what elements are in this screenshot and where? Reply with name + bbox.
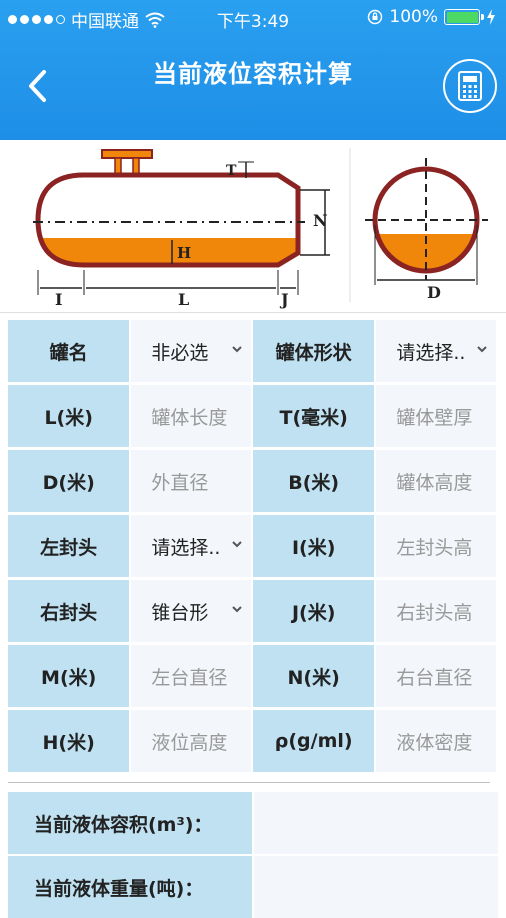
form-row: 罐名 非必选 罐体形状 请选择.. [8,320,498,385]
left-head-value: 请选择.. [151,536,221,559]
chevron-down-icon [232,541,242,548]
tank-side-view: N T H I L J [33,149,330,309]
form-row: 右封头 锥台形 J(米) 右封头高 [8,580,498,645]
weight-result-label: 当前液体重量(吨)： [8,856,252,918]
length-input[interactable]: 罐体长度 [131,385,251,447]
status-bar: 中国联通 下午3:49 100% [0,0,506,34]
left-head-label: 左封头 [8,515,130,577]
height-label: B(米) [253,450,375,512]
battery-icon [444,9,484,25]
diameter-input[interactable]: 外直径 [131,450,251,512]
form-row: L(米) 罐体长度 T(毫米) 罐体壁厚 [8,385,498,450]
volume-result-value [254,792,498,854]
liquid-level-input[interactable]: 液位高度 [131,710,251,772]
label-H: H [177,244,191,262]
calculator-icon [458,71,482,101]
chevron-down-icon [232,346,242,353]
right-head-label: 右封头 [8,580,130,642]
right-head-height-label: J(米) [253,580,375,642]
label-J: J [279,290,289,309]
label-T: T [226,163,237,179]
tank-shape-select[interactable]: 请选择.. [376,320,496,382]
tank-shape-value: 请选择.. [396,341,466,364]
tank-shape-label: 罐体形状 [253,320,375,382]
liquid-fill [38,238,298,265]
density-label: ρ(g/ml) [253,710,375,772]
wall-thickness-label: T(毫米) [253,385,375,447]
weight-result-row: 当前液体重量(吨)： [8,856,498,918]
height-input[interactable]: 罐体高度 [376,450,496,512]
calculator-button[interactable] [443,59,497,113]
tank-diagram: N T H I L J D [0,140,506,313]
right-head-value: 锥台形 [151,601,209,624]
wall-thickness-input[interactable]: 罐体壁厚 [376,385,496,447]
right-head-select[interactable]: 锥台形 [131,580,251,642]
density-input[interactable]: 液体密度 [376,710,496,772]
right-cone-diameter-input[interactable]: 右台直径 [376,645,496,707]
left-cone-diameter-input[interactable]: 左台直径 [131,645,251,707]
length-label: L(米) [8,385,130,447]
rotation-lock-icon [368,9,383,25]
chevron-down-icon [477,346,487,353]
volume-result-label: 当前液体容积(m³)： [8,792,252,854]
battery-percent: 100% [389,7,438,27]
top-bar: 中国联通 下午3:49 100% 当前液位容积计算 [0,0,506,140]
form-row: 左封头 请选择.. I(米) 左封头高 [8,515,498,580]
tank-end-view: D [365,158,488,302]
label-L: L [178,290,189,309]
tank-diagram-svg: N T H I L J D [33,148,488,309]
tank-name-label: 罐名 [8,320,130,382]
form-row: M(米) 左台直径 N(米) 右台直径 [8,645,498,710]
volume-result-row: 当前液体容积(m³)： [8,792,498,854]
parameter-form: 罐名 非必选 罐体形状 请选择.. L(米) 罐体长度 T(毫米) 罐体壁厚 D… [8,320,498,775]
tank-name-select[interactable]: 非必选 [131,320,251,382]
liquid-level-label: H(米) [8,710,130,772]
tank-name-value: 非必选 [151,341,209,364]
page-title: 当前液位容积计算 [153,60,353,88]
diameter-label: D(米) [8,450,130,512]
form-row: D(米) 外直径 B(米) 罐体高度 [8,450,498,515]
section-divider [8,782,490,783]
chevron-down-icon [232,606,242,613]
charging-icon [487,9,495,25]
label-D: D [427,283,441,302]
form-row: H(米) 液位高度 ρ(g/ml) 液体密度 [8,710,498,775]
right-head-height-input[interactable]: 右封头高 [376,580,496,642]
right-cone-diameter-label: N(米) [253,645,375,707]
left-head-height-label: I(米) [253,515,375,577]
left-head-select[interactable]: 请选择.. [131,515,251,577]
left-head-height-input[interactable]: 左封头高 [376,515,496,577]
weight-result-value [254,856,498,918]
label-I: I [55,290,62,309]
label-N: N [313,211,328,230]
left-cone-diameter-label: M(米) [8,645,130,707]
